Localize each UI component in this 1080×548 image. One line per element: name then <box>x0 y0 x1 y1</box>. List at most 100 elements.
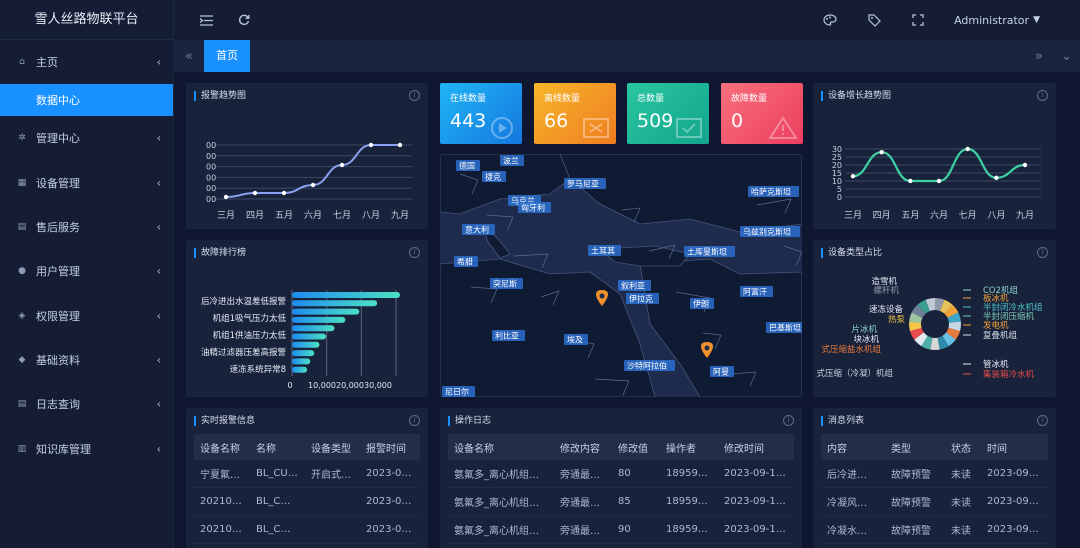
menu-collapse-icon[interactable] <box>198 12 214 28</box>
data-point[interactable] <box>223 194 229 200</box>
sidebar-item-label: 设备管理 <box>36 176 80 190</box>
sidebar-item-7[interactable]: ◆ 基础资料 ‹ <box>0 338 173 382</box>
table-row[interactable]: 后冷进… 故障预警 未读 2023-09… <box>821 460 1048 488</box>
data-point[interactable] <box>339 162 345 168</box>
refresh-icon[interactable] <box>236 12 252 28</box>
stat-card-total: 总数量 509 <box>627 83 709 144</box>
bar[interactable] <box>292 316 346 323</box>
user-menu[interactable]: Administrator ▼ <box>954 14 1040 27</box>
home-icon: ⌂ <box>19 57 25 68</box>
info-icon[interactable]: i <box>1037 415 1048 426</box>
data-point[interactable] <box>1022 162 1028 168</box>
bar[interactable] <box>292 333 327 340</box>
info-icon[interactable]: i <box>409 415 420 426</box>
column-header: 修改时间 <box>724 443 764 455</box>
series-line <box>225 144 400 198</box>
sidebar-menu: ⌂ 主页 ‹ 数据中心 ✲ 管理中心 ‹ ▦ 设备管理 ‹ ▤ 售后服务 ‹ ● 用户管理 ‹ ◈ 权限管理 ‹ ◆ 基… <box>0 40 173 471</box>
column-header: 报警时间 <box>366 443 406 455</box>
bar[interactable] <box>292 292 400 298</box>
bar[interactable] <box>292 358 311 365</box>
table-row[interactable]: 冷凝水… 故障预警 未读 2023-09… <box>821 516 1048 544</box>
tab-home[interactable]: 首页 <box>204 40 250 72</box>
tag-icon[interactable] <box>866 12 882 28</box>
bar[interactable] <box>292 300 378 307</box>
map-label[interactable]: 尼日尔 <box>445 387 469 397</box>
data-point[interactable] <box>397 142 403 148</box>
table-row[interactable]: 氨氟多_离心机组… 旁通最… 80 18959… 2023-09-1… <box>448 460 794 488</box>
data-point[interactable] <box>936 178 942 184</box>
palette-icon[interactable] <box>822 12 838 28</box>
data-point[interactable] <box>908 178 913 184</box>
table-row[interactable]: 冷凝风… 故障预警 未读 2023-09… <box>821 488 1048 516</box>
bar[interactable] <box>292 308 360 315</box>
map-label[interactable]: 突尼斯 <box>493 279 517 289</box>
table-row[interactable]: 20210… BL_C… 2023-0… <box>194 488 420 516</box>
chevron-left-icon: ‹ <box>156 55 161 69</box>
bar[interactable] <box>292 366 308 373</box>
map-label[interactable]: 伊拉克 <box>629 294 653 304</box>
tab-scroll-left-icon[interactable]: « <box>174 49 204 64</box>
map-label[interactable]: 波兰 <box>503 156 519 166</box>
map-label[interactable]: 乌兹别克斯坦 <box>743 227 791 237</box>
table-row[interactable]: 氨氟多_离心机组… 旁通最… 90 18959… 2023-09-1… <box>448 516 794 544</box>
table-cell: 90 <box>618 524 631 535</box>
map-label[interactable]: 德国 <box>459 161 475 171</box>
map-label[interactable]: 沙特阿拉伯 <box>627 361 667 371</box>
sidebar-item-5[interactable]: ● 用户管理 ‹ <box>0 249 173 293</box>
map-label[interactable]: 意大利 <box>465 225 489 235</box>
sidebar-item-8[interactable]: ▤ 日志查询 ‹ <box>0 382 173 426</box>
map-label[interactable]: 阿富汗 <box>743 287 767 297</box>
category-label: 油精过滤器压差高报警 <box>201 347 287 358</box>
sidebar-item-4[interactable]: ▤ 售后服务 ‹ <box>0 205 173 249</box>
data-point[interactable] <box>281 190 287 196</box>
map-label[interactable]: 叙利亚 <box>621 281 645 291</box>
bar[interactable] <box>292 341 320 348</box>
x-tick-label: 六月 <box>930 209 948 221</box>
table-row[interactable]: 氨氟多_离心机组… 旁通最… 85 18959… 2023-09-1… <box>448 488 794 516</box>
map-label[interactable]: 伊朗 <box>693 299 709 309</box>
data-point[interactable] <box>965 146 970 152</box>
column-header: 类型 <box>891 443 911 455</box>
map-label[interactable]: 希腊 <box>457 257 473 267</box>
x-tick-label: 七月 <box>333 210 351 221</box>
slice-label: 管冰机 <box>983 359 1009 370</box>
map-label[interactable]: 哈萨克斯坦 <box>751 187 791 197</box>
map-label[interactable]: 土库曼斯坦 <box>687 247 727 257</box>
map-label[interactable]: 土耳其 <box>591 246 615 256</box>
type-share-panel: 设备类型占比 i CO2机组 板冰机 半封闭冷水机组 半封闭压缩机 发电机 复叠机组 管冰机… <box>813 240 1056 397</box>
table-header: 内容 类型 状态 时间 <box>821 434 1048 460</box>
data-point[interactable] <box>850 174 856 179</box>
x-tick-label: 四月 <box>873 210 891 221</box>
map-label[interactable]: 罗马尼亚 <box>567 180 599 189</box>
fullscreen-icon[interactable] <box>910 12 926 28</box>
data-point[interactable] <box>252 190 258 196</box>
bar[interactable] <box>292 350 315 357</box>
y-tick-label: 00 <box>206 163 216 172</box>
tab-scroll-right-icon[interactable]: » <box>1035 49 1043 64</box>
table-row[interactable]: 20210… BL_C… 2023-0… <box>194 516 420 544</box>
table-row[interactable]: 宁夏氟… BL_CU… 开启式… 2023-0… <box>194 460 420 488</box>
sidebar-item-1[interactable]: 数据中心 <box>0 84 173 117</box>
data-point[interactable] <box>310 182 316 188</box>
map-label[interactable]: 利比亚 <box>495 331 519 341</box>
sidebar-item-3[interactable]: ▦ 设备管理 ‹ <box>0 161 173 205</box>
data-point[interactable] <box>994 175 999 180</box>
sidebar-item-9[interactable]: ▥ 知识库管理 ‹ <box>0 426 173 470</box>
app-title: 雪人丝路物联平台 <box>0 0 173 40</box>
slice-label: 速冻设备 <box>869 304 904 315</box>
tab-actions: » ⌄ <box>1035 40 1072 72</box>
sidebar-item-0[interactable]: ⌂ 主页 ‹ <box>0 40 173 84</box>
map-label[interactable]: 巴基斯坦 <box>769 323 801 333</box>
tab-dropdown-icon[interactable]: ⌄ <box>1061 49 1072 64</box>
data-point[interactable] <box>879 150 884 155</box>
country-shape[interactable] <box>440 258 656 397</box>
sidebar-item-6[interactable]: ◈ 权限管理 ‹ <box>0 293 173 337</box>
map-label[interactable]: 埃及 <box>567 335 583 345</box>
info-icon[interactable]: i <box>783 415 794 426</box>
data-point[interactable] <box>368 142 374 148</box>
map-label[interactable]: 捷克 <box>485 172 501 182</box>
bar[interactable] <box>292 325 335 332</box>
map-label[interactable]: 阿曼 <box>713 368 729 377</box>
map-label[interactable]: 匈牙利 <box>521 203 545 213</box>
sidebar-item-2[interactable]: ✲ 管理中心 ‹ <box>0 116 173 160</box>
